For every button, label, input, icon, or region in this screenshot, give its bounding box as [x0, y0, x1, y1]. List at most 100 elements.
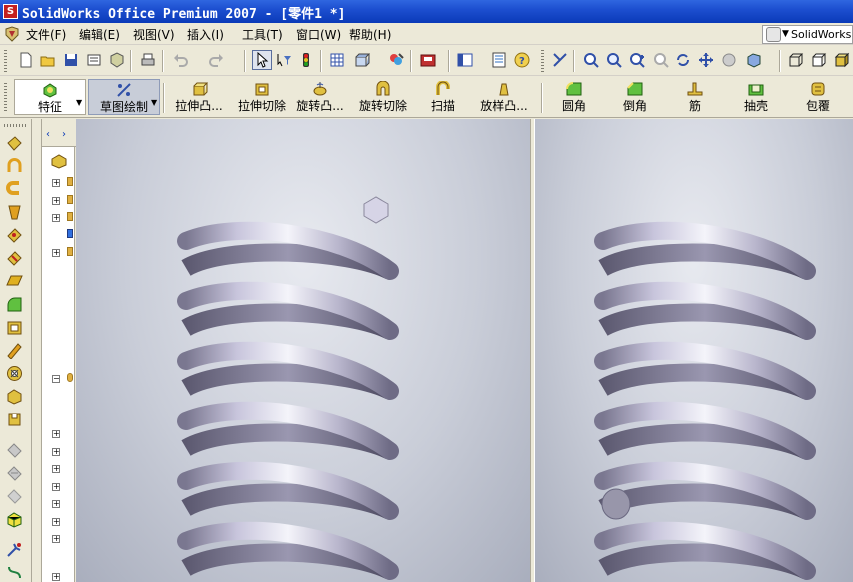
- instant3d-icon[interactable]: [6, 511, 23, 528]
- rotate-view-icon[interactable]: [673, 50, 693, 70]
- circular-pattern-icon[interactable]: [6, 465, 23, 482]
- part-root-icon[interactable]: [50, 153, 68, 169]
- display-style-icon[interactable]: [744, 50, 764, 70]
- revolved-boss-button[interactable]: 旋转凸...: [292, 79, 348, 115]
- menu-file[interactable]: 文件(F): [26, 26, 66, 43]
- tree-node-icon[interactable]: [67, 177, 73, 186]
- spring-model-view-1[interactable]: [76, 119, 530, 582]
- open-folder-icon[interactable]: [38, 50, 58, 70]
- loft-boss-button[interactable]: 放样凸...: [473, 79, 535, 115]
- shell-button[interactable]: 抽壳: [738, 79, 774, 115]
- loft-icon[interactable]: [6, 204, 23, 221]
- tree-node-icon[interactable]: [67, 212, 73, 221]
- curves-icon[interactable]: [6, 564, 23, 581]
- panel-splitter[interactable]: [33, 119, 41, 582]
- menu-insert[interactable]: 插入(I): [187, 26, 224, 43]
- chevron-down-icon[interactable]: ▼: [151, 98, 157, 107]
- properties-list-icon[interactable]: [489, 50, 509, 70]
- tree-node-icon[interactable]: [67, 195, 73, 204]
- chamfer-button[interactable]: 倒角: [617, 79, 653, 115]
- roll-view-icon[interactable]: [719, 50, 739, 70]
- menu-tools[interactable]: 工具(T): [242, 26, 283, 43]
- draft-icon[interactable]: [6, 342, 23, 359]
- graphics-viewport-left[interactable]: [76, 119, 530, 582]
- zoom-to-fit-icon[interactable]: [581, 50, 601, 70]
- revolve-cut-icon[interactable]: [6, 250, 23, 267]
- toolbar-grip[interactable]: [541, 50, 544, 72]
- menu-window[interactable]: 窗口(W): [296, 26, 341, 43]
- make-drawing-icon[interactable]: [107, 50, 127, 70]
- tree-scroll-right[interactable]: ›: [62, 129, 66, 140]
- select-filter-icon[interactable]: [274, 50, 294, 70]
- tree-expand-toggle[interactable]: +: [52, 249, 60, 257]
- toolbar-grip[interactable]: [4, 124, 28, 127]
- wireframe-icon[interactable]: [786, 50, 806, 70]
- menu-edit[interactable]: 编辑(E): [79, 26, 120, 43]
- tree-expand-toggle[interactable]: +: [52, 518, 60, 526]
- menu-help[interactable]: 帮助(H): [349, 26, 391, 43]
- dome-icon[interactable]: [6, 411, 23, 428]
- select-pointer-icon[interactable]: [252, 50, 272, 70]
- wrap-button[interactable]: 包覆: [800, 79, 836, 115]
- tree-expand-toggle[interactable]: +: [52, 535, 60, 543]
- extruded-boss-button[interactable]: 拉伸凸...: [168, 79, 230, 115]
- hole-wizard-icon[interactable]: [6, 365, 23, 382]
- sweep-path-icon[interactable]: [6, 180, 23, 197]
- design-library-icon[interactable]: [418, 50, 438, 70]
- plane-icon[interactable]: [6, 273, 23, 290]
- zoom-in-out-icon[interactable]: [627, 50, 647, 70]
- tree-node-icon[interactable]: [67, 229, 73, 238]
- tree-expand-toggle[interactable]: +: [52, 483, 60, 491]
- extrude-cut-icon[interactable]: [6, 227, 23, 244]
- graphics-viewport-right[interactable]: [535, 119, 853, 582]
- new-document-icon[interactable]: [16, 50, 36, 70]
- tree-expand-toggle[interactable]: +: [52, 179, 60, 187]
- tree-expand-toggle[interactable]: +: [52, 214, 60, 222]
- shell-feature-icon[interactable]: [6, 319, 23, 336]
- shaded-icon[interactable]: [832, 50, 852, 70]
- tree-expand-toggle[interactable]: +: [52, 197, 60, 205]
- undo-icon[interactable]: [171, 50, 191, 70]
- tree-collapse-toggle[interactable]: −: [52, 375, 60, 383]
- fillet-feature-icon[interactable]: [6, 296, 23, 313]
- rebuild-icon[interactable]: [296, 50, 316, 70]
- zoom-to-selection-icon[interactable]: [651, 50, 671, 70]
- linear-pattern-icon[interactable]: [6, 442, 23, 459]
- tree-expand-toggle[interactable]: +: [52, 465, 60, 473]
- display-pane-icon[interactable]: [455, 50, 475, 70]
- tree-expand-toggle[interactable]: +: [52, 500, 60, 508]
- tree-node-icon[interactable]: [67, 373, 73, 382]
- rib-button[interactable]: 筋: [680, 79, 710, 115]
- solidworks-app-icon[interactable]: S: [3, 4, 18, 19]
- hidden-lines-icon[interactable]: [809, 50, 829, 70]
- print-preview-icon[interactable]: [84, 50, 104, 70]
- view-orientation-icon[interactable]: [352, 50, 372, 70]
- fillet-button[interactable]: 圆角: [556, 79, 592, 115]
- print-icon[interactable]: [138, 50, 158, 70]
- chevron-down-icon[interactable]: ▼: [76, 98, 82, 107]
- rib-feature-icon[interactable]: [6, 388, 23, 405]
- sketch-tab-button[interactable]: 草图绘制 ▼: [88, 79, 160, 115]
- tree-scroll-left[interactable]: ‹: [46, 129, 50, 140]
- spring-model-view-2[interactable]: [535, 119, 853, 582]
- revolved-cut-button[interactable]: 旋转切除: [355, 79, 411, 115]
- tree-expand-toggle[interactable]: +: [52, 430, 60, 438]
- sweep-button[interactable]: 扫描: [421, 79, 465, 115]
- extruded-cut-button[interactable]: 拉伸切除: [234, 79, 290, 115]
- solidworks-resources-dropdown[interactable]: ▼ SolidWorks: [762, 25, 853, 44]
- tree-node-icon[interactable]: [67, 247, 73, 256]
- zoom-to-area-icon[interactable]: [604, 50, 624, 70]
- appearance-icon[interactable]: [386, 50, 406, 70]
- solidworks-menu-icon[interactable]: [4, 26, 20, 42]
- toolbar-grip[interactable]: [4, 50, 7, 72]
- tree-expand-toggle[interactable]: +: [52, 448, 60, 456]
- save-icon[interactable]: [61, 50, 81, 70]
- extrude-icon[interactable]: [6, 135, 23, 152]
- help-icon[interactable]: ?: [512, 50, 532, 70]
- view-toggle-icon[interactable]: [550, 50, 570, 70]
- reference-geometry-icon[interactable]: [6, 541, 23, 558]
- redo-icon[interactable]: [206, 50, 226, 70]
- tree-expand-toggle[interactable]: +: [52, 573, 60, 581]
- features-tab-button[interactable]: 特征 ▼: [14, 79, 86, 115]
- options-grid-icon[interactable]: [327, 50, 347, 70]
